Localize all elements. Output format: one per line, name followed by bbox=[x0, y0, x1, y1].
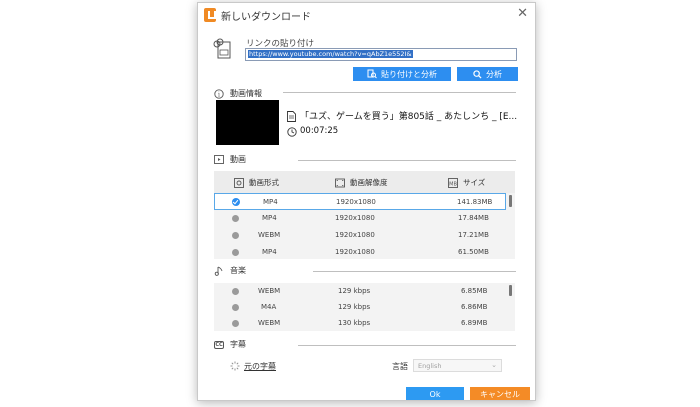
radio-icon[interactable] bbox=[232, 304, 239, 311]
column-format: 動画形式 bbox=[234, 177, 279, 188]
original-subtitle-link[interactable]: 元の字幕 bbox=[244, 361, 276, 372]
video-thumbnail bbox=[216, 100, 279, 145]
subtitle-section-header: CC 字幕 bbox=[214, 339, 246, 350]
language-select[interactable]: English ⌄ bbox=[413, 359, 502, 372]
paste-and-analyze-button[interactable]: 貼り付けと分析 bbox=[353, 67, 451, 81]
svg-text:MB: MB bbox=[449, 181, 457, 187]
video-format-list[interactable]: MP4 1920x1080 141.83MB MP4 1920x1080 17.… bbox=[214, 193, 515, 259]
loading-spinner-icon bbox=[230, 361, 240, 371]
language-label: 言語 bbox=[392, 362, 408, 371]
audio-row[interactable]: WEBM 129 kbps 6.85MB bbox=[214, 283, 506, 300]
selected-radio-icon[interactable] bbox=[232, 198, 240, 206]
video-row[interactable]: MP4 1920x1080 141.83MB bbox=[214, 193, 506, 210]
audio-format-list[interactable]: WEBM 129 kbps 6.85MB M4A 129 kbps 6.86MB… bbox=[214, 283, 515, 331]
analyze-button[interactable]: 分析 bbox=[457, 67, 518, 81]
video-section-divider bbox=[298, 160, 516, 161]
subtitle-section-label: 字幕 bbox=[230, 340, 246, 349]
audio-row[interactable]: WEBM 130 kbps 6.89MB bbox=[214, 315, 506, 331]
audio-section-header: 音楽 bbox=[214, 265, 246, 276]
video-duration: 00:07:25 bbox=[300, 126, 339, 136]
document-icon bbox=[287, 111, 296, 122]
video-info-header: i 動画情報 bbox=[214, 88, 262, 99]
title-bar: 新しいダウンロード ✕ bbox=[198, 3, 535, 27]
video-info-divider bbox=[283, 92, 516, 93]
cc-icon: CC bbox=[214, 340, 224, 349]
video-info-label: 動画情報 bbox=[230, 89, 262, 98]
column-resolution: 動画解像度 bbox=[335, 177, 388, 188]
video-section-label: 動画 bbox=[230, 155, 246, 164]
download-app-icon bbox=[204, 8, 216, 22]
audio-list-scrollbar[interactable] bbox=[509, 285, 512, 296]
resolution-icon bbox=[335, 178, 345, 187]
radio-icon[interactable] bbox=[232, 288, 239, 295]
video-list-scrollbar[interactable] bbox=[509, 195, 512, 207]
video-section-header: 動画 bbox=[214, 154, 246, 165]
video-table-header: 動画形式 動画解像度 MB サイズ bbox=[214, 171, 515, 193]
cancel-button[interactable]: キャンセル bbox=[470, 387, 530, 400]
audio-row[interactable]: M4A 129 kbps 6.86MB bbox=[214, 299, 506, 316]
radio-icon[interactable] bbox=[232, 232, 239, 239]
video-title: 「ユズ、ゲームを買う」第805話 _ あたしンち _ [E... bbox=[300, 112, 518, 122]
clock-icon bbox=[287, 127, 297, 137]
paste-and-analyze-label: 貼り付けと分析 bbox=[381, 69, 437, 79]
size-icon: MB bbox=[448, 177, 458, 188]
video-row[interactable]: WEBM 1920x1080 17.21MB bbox=[214, 227, 506, 244]
svg-text:i: i bbox=[218, 91, 220, 98]
radio-icon[interactable] bbox=[232, 215, 239, 222]
video-icon bbox=[214, 155, 224, 165]
dialog-title: 新しいダウンロード bbox=[221, 12, 311, 23]
format-icon bbox=[234, 177, 244, 188]
subtitle-section-divider bbox=[298, 345, 516, 346]
info-icon: i bbox=[214, 88, 224, 99]
search-icon bbox=[473, 69, 482, 79]
analyze-label: 分析 bbox=[486, 69, 502, 79]
radio-icon[interactable] bbox=[232, 320, 239, 327]
music-note-icon bbox=[214, 266, 224, 276]
url-document-icon bbox=[213, 38, 231, 59]
radio-icon[interactable] bbox=[232, 249, 239, 256]
video-row[interactable]: MP4 1920x1080 61.50MB bbox=[214, 244, 506, 259]
url-input[interactable]: https://www.youtube.com/watch?v=qAbZ1e55… bbox=[245, 48, 517, 61]
video-row[interactable]: MP4 1920x1080 17.84MB bbox=[214, 210, 506, 227]
ok-button[interactable]: Ok bbox=[406, 387, 464, 400]
paste-search-icon bbox=[367, 69, 377, 79]
column-size: MB サイズ bbox=[448, 177, 486, 188]
chevron-down-icon: ⌄ bbox=[491, 361, 497, 369]
audio-section-label: 音楽 bbox=[230, 266, 246, 275]
new-download-dialog: 新しいダウンロード ✕ リンクの貼り付け https://www.youtube… bbox=[197, 2, 536, 401]
audio-section-divider bbox=[313, 271, 516, 272]
close-icon[interactable]: ✕ bbox=[517, 6, 528, 22]
